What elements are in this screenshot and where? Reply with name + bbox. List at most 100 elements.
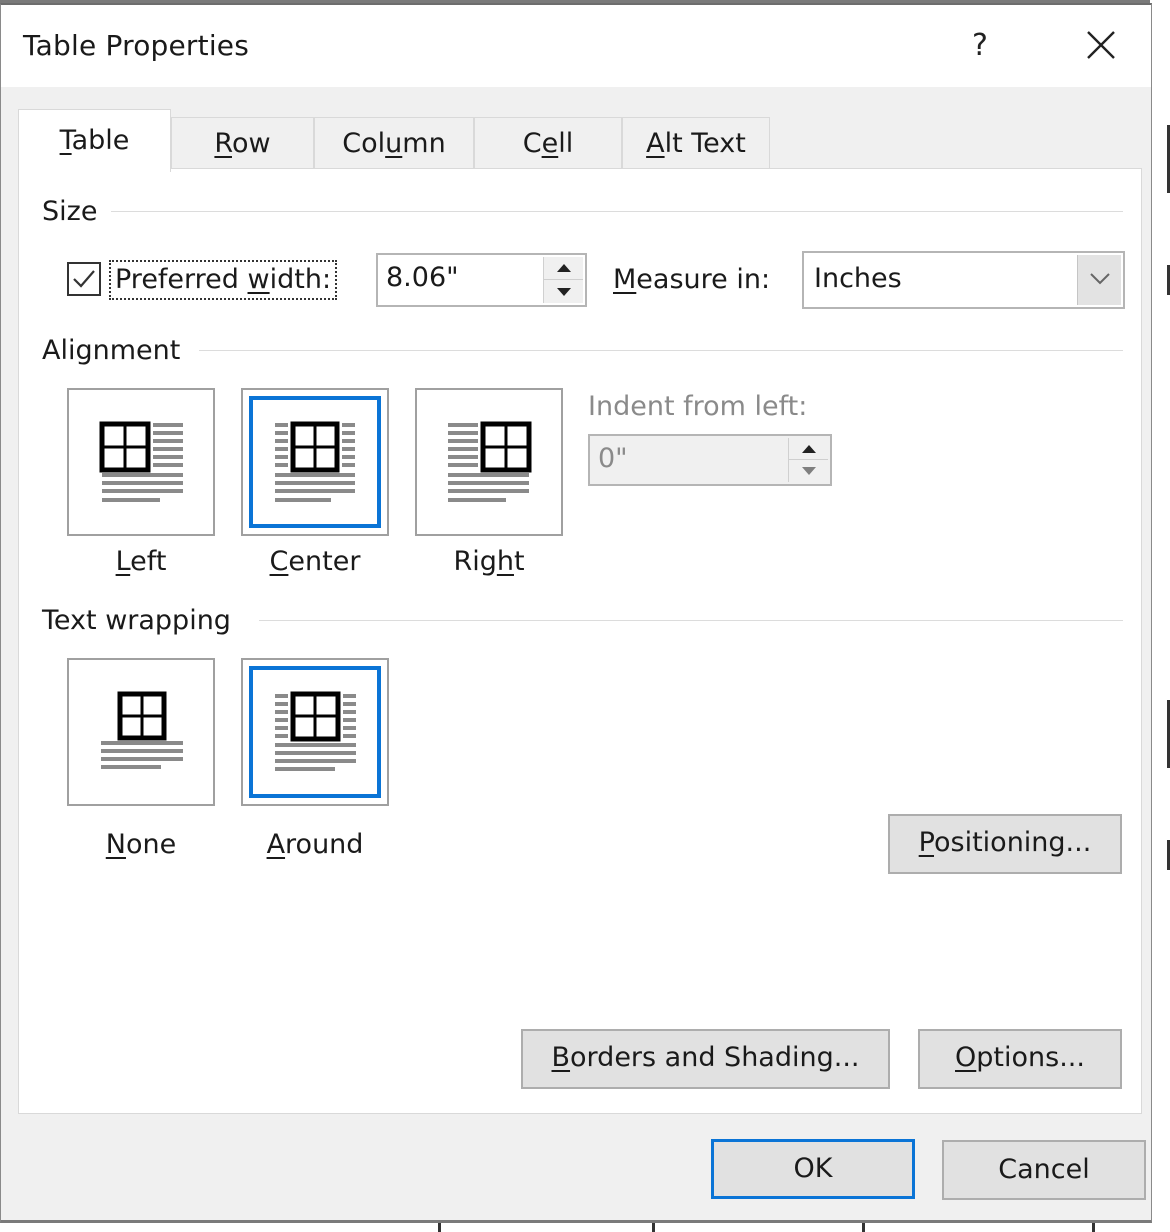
align-center-mnemonic: C: [269, 546, 289, 577]
tab-column-label-pre: Col: [342, 128, 386, 159]
positioning-label-post: ositioning...: [934, 827, 1092, 858]
preferred-width-decrement[interactable]: [544, 280, 583, 303]
align-right-label: Right: [415, 546, 563, 577]
tab-cell-label-pre: C: [522, 128, 542, 159]
indent-decrement[interactable]: [789, 460, 828, 482]
size-group-label: Size: [42, 196, 112, 227]
close-icon: [1087, 31, 1115, 59]
tab-table-label: able: [71, 125, 130, 156]
preferred-width-label-pre: Preferred: [115, 264, 248, 295]
table-gridline: [652, 1222, 655, 1232]
tab-table[interactable]: Table: [18, 109, 171, 172]
dialog-title: Table Properties: [23, 29, 250, 62]
positioning-button[interactable]: Positioning...: [888, 814, 1122, 874]
borders-label-post: orders and Shading...: [570, 1042, 860, 1073]
title-bar[interactable]: Table Properties ?: [1, 5, 1151, 87]
measure-in-mnemonic: M: [613, 264, 637, 295]
align-left-label-post: eft: [130, 546, 167, 577]
tab-table-mnemonic: T: [59, 125, 72, 156]
background-document-bottom: [0, 1222, 1170, 1232]
tab-cell-mnemonic: e: [541, 128, 559, 159]
tab-column-mnemonic: u: [385, 128, 403, 159]
align-right-label-post: t: [513, 546, 525, 577]
align-left-icon: [99, 421, 183, 502]
borders-and-shading-button[interactable]: Borders and Shading...: [521, 1029, 890, 1089]
tab-row-mnemonic: R: [214, 128, 232, 159]
size-group-divider: [111, 211, 1123, 212]
cancel-button[interactable]: Cancel: [942, 1140, 1146, 1200]
arrow-down-icon: [801, 467, 816, 475]
help-button[interactable]: ?: [956, 17, 1004, 75]
table-properties-dialog: Table Properties ? Table Row Column Cell…: [0, 3, 1152, 1223]
indent-from-left-label: Indent from left:: [588, 391, 808, 422]
chevron-down-icon: [1090, 273, 1110, 285]
wrap-around-label-post: round: [285, 829, 364, 860]
preferred-width-spinner[interactable]: 8.06": [376, 253, 587, 307]
wrap-none-label-post: one: [125, 829, 177, 860]
positioning-mnemonic: P: [918, 827, 934, 858]
measure-in-dropdown[interactable]: Inches: [802, 251, 1125, 309]
wrap-none-option[interactable]: [67, 658, 215, 806]
align-left-mnemonic: L: [115, 546, 131, 577]
alignment-group-label: Alignment: [42, 335, 195, 366]
preferred-width-label[interactable]: Preferred width:: [109, 260, 338, 300]
measure-in-label-post: easure in:: [636, 264, 771, 295]
indent-from-left-spinner[interactable]: 0": [588, 434, 832, 486]
align-center-label-post: enter: [288, 546, 361, 577]
text-wrapping-group-label: Text wrapping: [42, 605, 245, 636]
checkmark-icon: [73, 270, 95, 288]
tab-row-label: ow: [231, 128, 271, 159]
align-right-label-pre: Rig: [453, 546, 497, 577]
tab-row[interactable]: Row: [171, 117, 314, 171]
table-gridline: [1092, 1222, 1095, 1232]
align-left-option[interactable]: [67, 388, 215, 536]
preferred-width-label-post: idth:: [269, 264, 332, 295]
borders-mnemonic: B: [551, 1042, 571, 1073]
wrap-none-mnemonic: N: [105, 829, 126, 860]
preferred-width-checkbox[interactable]: [67, 262, 101, 296]
preferred-width-mnemonic: w: [247, 264, 270, 295]
align-center-option[interactable]: [241, 388, 389, 536]
tab-cell-label-post: ll: [558, 128, 574, 159]
background-document-right: [1150, 0, 1170, 1232]
wrap-none-label: None: [67, 829, 215, 860]
wrap-around-mnemonic: A: [266, 829, 286, 860]
options-button[interactable]: Options...: [918, 1029, 1122, 1089]
arrow-up-icon: [556, 264, 571, 272]
align-center-icon: [275, 421, 355, 502]
measure-in-label: Measure in:: [613, 264, 770, 296]
measure-in-value: Inches: [814, 263, 902, 294]
indent-spin-buttons: [788, 438, 828, 482]
tab-column[interactable]: Column: [314, 117, 474, 171]
table-tab-panel: Size Preferred width: 8.06" Measure in: …: [18, 168, 1142, 1114]
tab-cell[interactable]: Cell: [474, 117, 622, 171]
close-button[interactable]: [1069, 17, 1131, 75]
measure-in-dropdown-button[interactable]: [1077, 255, 1121, 305]
preferred-width-value[interactable]: 8.06": [386, 255, 459, 301]
align-center-label: Center: [241, 546, 389, 577]
ok-button[interactable]: OK: [711, 1139, 915, 1199]
tab-alt-text[interactable]: Alt Text: [622, 117, 770, 171]
options-label-post: ptions...: [976, 1042, 1085, 1073]
align-right-mnemonic: h: [496, 546, 514, 577]
indent-from-left-value[interactable]: 0": [598, 436, 628, 482]
preferred-width-increment[interactable]: [544, 257, 583, 280]
tab-alt-text-mnemonic: A: [646, 128, 665, 159]
align-left-label: Left: [67, 546, 215, 577]
text-wrapping-group-divider: [259, 620, 1123, 621]
table-gridline: [862, 1222, 865, 1232]
table-gridline: [438, 1222, 441, 1232]
tab-alt-text-label: lt Text: [664, 128, 746, 159]
wrap-around-option[interactable]: [241, 658, 389, 806]
arrow-down-icon: [556, 287, 571, 296]
options-mnemonic: O: [955, 1042, 977, 1073]
align-right-option[interactable]: [415, 388, 563, 536]
preferred-width-spin-buttons: [543, 257, 583, 303]
wrap-around-icon: [275, 691, 356, 771]
align-right-icon: [448, 421, 532, 502]
wrap-none-icon: [101, 691, 183, 769]
wrap-around-label: Around: [241, 829, 389, 860]
indent-increment[interactable]: [789, 438, 828, 460]
tab-column-label-post: mn: [402, 128, 446, 159]
alignment-group-divider: [199, 350, 1123, 351]
